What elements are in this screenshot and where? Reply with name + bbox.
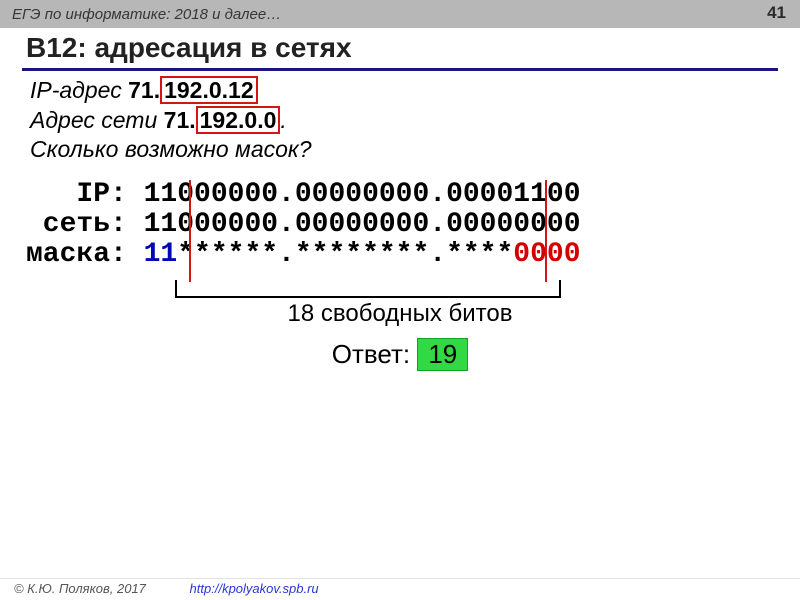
answer-row: Ответ: 19 — [0, 338, 800, 371]
page-title: B12: адресация в сетях — [26, 32, 352, 64]
footer-copyright: © К.Ю. Поляков, 2017 — [14, 581, 146, 596]
net-highlight-box: 192.0.0 — [196, 106, 281, 134]
ip-highlight-box: 192.0.12 — [160, 76, 258, 104]
answer-value: 19 — [417, 338, 468, 371]
net-label: Адрес сети — [30, 107, 164, 133]
row-net-a: 11 — [144, 209, 178, 240]
row-ip-label: IP: — [26, 179, 144, 210]
binary-block: IP: 11000000.00000000.00001100 сеть: 110… — [26, 180, 581, 271]
net-plain-a: 71. — [164, 107, 196, 133]
row-ip-c: 100 — [530, 179, 580, 210]
row-net-c: 000 — [530, 209, 580, 240]
footer-url: http://kpolyakov.spb.ru — [190, 581, 319, 596]
footer: © К.Ю. Поляков, 2017 http://kpolyakov.sp… — [0, 578, 800, 600]
question-text: Сколько возможно масок? — [30, 136, 312, 162]
row-mask-mid: ******.********.**** — [177, 239, 513, 270]
title-underline — [22, 68, 778, 71]
bracket-icon — [175, 280, 561, 298]
body-text: IP-адрес 71.192.0.12 Адрес сети 71.192.0… — [30, 74, 770, 165]
answer-label: Ответ: — [332, 339, 418, 369]
topbar-text: ЕГЭ по информатике: 2018 и далее… — [12, 6, 281, 23]
net-plain-b: . — [280, 107, 286, 133]
row-net-label: сеть: — [26, 209, 144, 240]
red-divider-right — [545, 180, 547, 282]
row-ip-b: 000000.00000000.00001 — [177, 179, 530, 210]
row-ip-a: 11 — [144, 179, 178, 210]
slide-number: 41 — [767, 3, 786, 23]
row-mask-label: маска: — [26, 239, 144, 270]
ip-label: IP-адрес — [30, 77, 128, 103]
red-divider-left — [189, 180, 191, 282]
topbar: ЕГЭ по информатике: 2018 и далее… 41 — [0, 0, 800, 28]
row-net-b: 000000.00000000.00000 — [177, 209, 530, 240]
bracket-label: 18 свободных битов — [0, 300, 800, 328]
ip-plain: 71. — [128, 77, 160, 103]
row-mask-blue: 11 — [144, 239, 178, 270]
